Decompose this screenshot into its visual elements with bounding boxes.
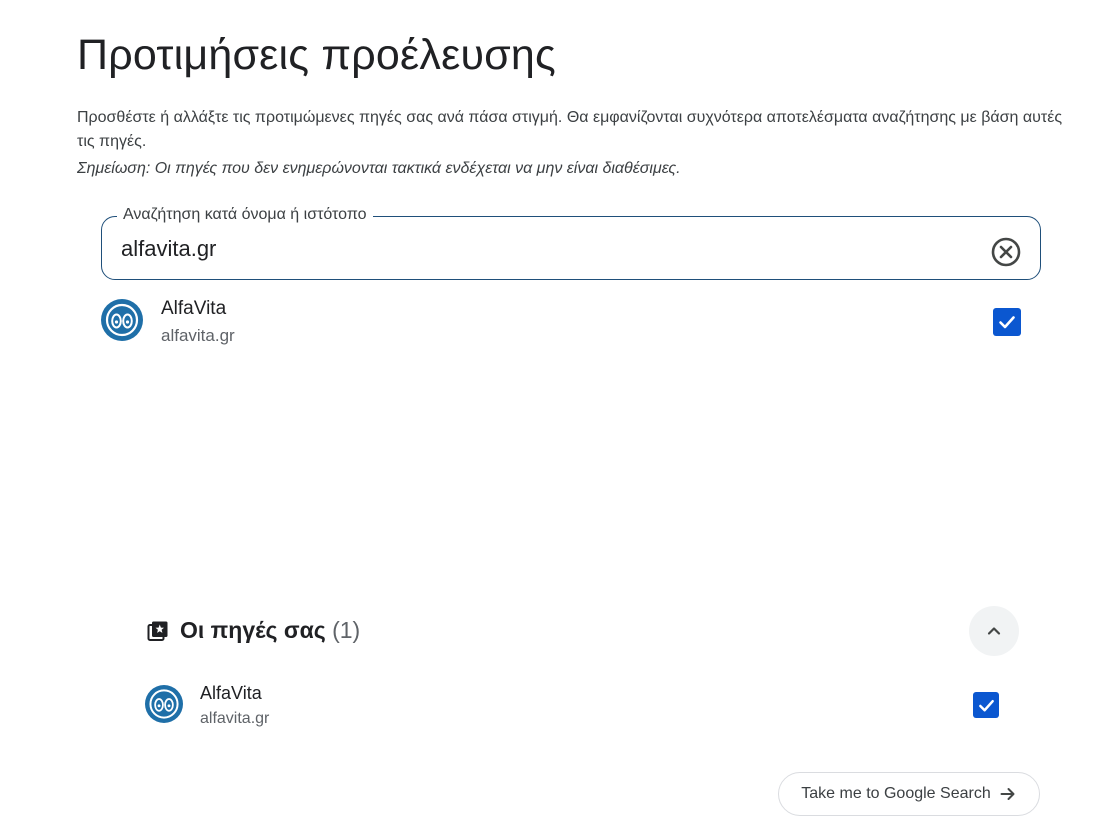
chevron-up-icon [987, 627, 1001, 635]
source-checkbox[interactable] [993, 308, 1021, 336]
your-sources-title: Οι πηγές σας (1) [180, 617, 360, 644]
page-description: Προσθέστε ή αλλάξτε τις προτιμώμενες πηγ… [77, 109, 1063, 150]
sources-bookmark-icon [147, 621, 168, 641]
clear-search-button[interactable] [988, 234, 1024, 270]
clear-circle-x-icon [991, 237, 1021, 267]
your-sources-count: (1) [332, 617, 361, 643]
page-title: Προτιμήσεις προέλευσης [77, 30, 556, 79]
alfavita-logo [145, 685, 183, 723]
source-domain: alfavita.gr [161, 326, 235, 345]
go-to-google-search-button[interactable]: Take me to Google Search [778, 772, 1040, 816]
cta-label: Take me to Google Search [801, 785, 991, 802]
arrow-right-icon [1000, 788, 1015, 800]
source-name: AlfaVita [200, 683, 262, 703]
checkmark-icon [978, 699, 994, 711]
source-name: AlfaVita [161, 298, 227, 319]
source-checkbox[interactable] [973, 692, 999, 718]
collapse-sources-button[interactable] [969, 606, 1019, 656]
search-input[interactable] [121, 232, 921, 266]
checkmark-icon [999, 316, 1015, 329]
page-note: Σημείωση: Οι πηγές που δεν ενημερώνονται… [77, 160, 681, 177]
alfavita-logo [101, 299, 143, 341]
your-sources-label: Οι πηγές σας [180, 617, 326, 643]
source-domain: alfavita.gr [200, 710, 270, 727]
search-label: Αναζήτηση κατά όνομα ή ιστότοπο [117, 206, 373, 224]
